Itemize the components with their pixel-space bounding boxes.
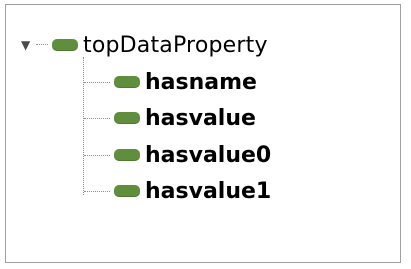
tree-node-hasvalue0[interactable]: hasvalue0	[114, 140, 271, 170]
triangle-down-icon[interactable]: ▼	[21, 39, 33, 51]
tree-node-hasname[interactable]: hasname	[114, 67, 257, 97]
tree-node-hasvalue[interactable]: hasvalue	[114, 103, 256, 133]
tree-branch-connector	[84, 82, 110, 83]
tree-node-topdataproperty[interactable]: ▼ topDataProperty	[21, 30, 268, 60]
tree-node-label: hasvalue1	[145, 178, 272, 204]
tree-branch-connector	[84, 191, 110, 192]
tree-branch-connector	[84, 155, 110, 156]
tree-node-label: topDataProperty	[83, 32, 268, 58]
data-property-icon	[114, 149, 140, 161]
data-property-icon	[52, 39, 78, 51]
tree-node-label: hasvalue0	[145, 142, 272, 168]
tree-node-label: hasvalue	[145, 105, 256, 131]
data-property-tree-panel: ▼ topDataProperty hasname hasvalue hasva…	[5, 4, 401, 263]
tree-node-hasvalue1[interactable]: hasvalue1	[114, 176, 271, 206]
tree-node-label: hasname	[145, 69, 257, 95]
tree-connector	[36, 44, 48, 46]
data-property-icon	[114, 185, 140, 197]
tree-branch-connector	[84, 118, 110, 119]
data-property-icon	[114, 112, 140, 124]
data-property-icon	[114, 76, 140, 88]
tree-vertical-connector	[83, 57, 84, 195]
